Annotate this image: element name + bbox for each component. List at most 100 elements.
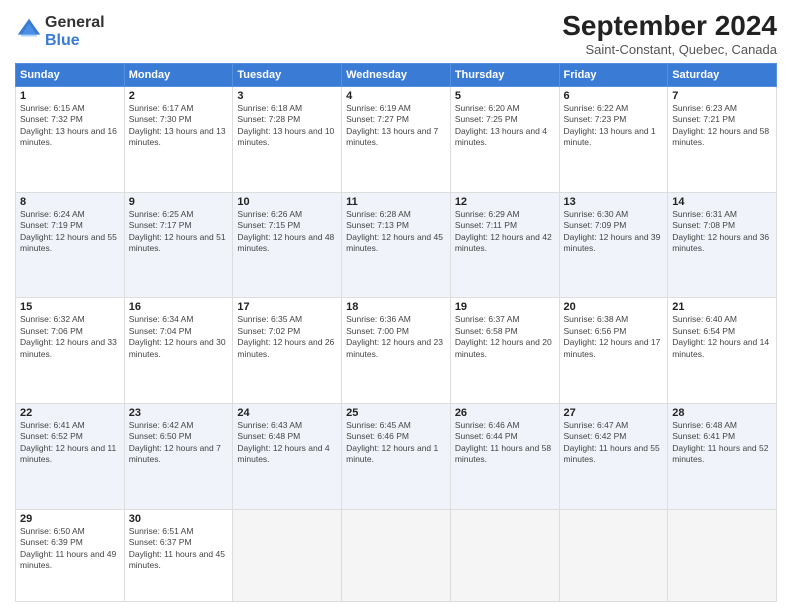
day-number: 26 xyxy=(455,407,555,419)
table-row: 24 Sunrise: 6:43 AMSunset: 6:48 PMDaylig… xyxy=(233,403,342,509)
calendar-week-row: 8 Sunrise: 6:24 AMSunset: 7:19 PMDayligh… xyxy=(16,192,777,298)
calendar-table: Sunday Monday Tuesday Wednesday Thursday… xyxy=(15,63,777,602)
day-number: 9 xyxy=(129,196,229,208)
calendar-week-row: 1 Sunrise: 6:15 AMSunset: 7:32 PMDayligh… xyxy=(16,87,777,193)
table-row: 10 Sunrise: 6:26 AMSunset: 7:15 PMDaylig… xyxy=(233,192,342,298)
title-block: September 2024 Saint-Constant, Quebec, C… xyxy=(562,10,777,57)
header: General Blue September 2024 Saint-Consta… xyxy=(15,10,777,57)
table-row: 9 Sunrise: 6:25 AMSunset: 7:17 PMDayligh… xyxy=(124,192,233,298)
day-number: 30 xyxy=(129,513,229,525)
logo-general: General xyxy=(45,14,105,32)
table-row: 12 Sunrise: 6:29 AMSunset: 7:11 PMDaylig… xyxy=(450,192,559,298)
day-detail: Sunrise: 6:45 AMSunset: 6:46 PMDaylight:… xyxy=(346,420,446,466)
col-friday: Friday xyxy=(559,64,668,87)
table-row: 1 Sunrise: 6:15 AMSunset: 7:32 PMDayligh… xyxy=(16,87,125,193)
table-row xyxy=(559,509,668,601)
day-number: 20 xyxy=(564,301,664,313)
logo: General Blue xyxy=(15,14,105,49)
day-number: 3 xyxy=(237,90,337,102)
table-row: 18 Sunrise: 6:36 AMSunset: 7:00 PMDaylig… xyxy=(342,298,451,404)
day-detail: Sunrise: 6:29 AMSunset: 7:11 PMDaylight:… xyxy=(455,209,555,255)
day-detail: Sunrise: 6:28 AMSunset: 7:13 PMDaylight:… xyxy=(346,209,446,255)
day-detail: Sunrise: 6:23 AMSunset: 7:21 PMDaylight:… xyxy=(672,103,772,149)
day-detail: Sunrise: 6:36 AMSunset: 7:00 PMDaylight:… xyxy=(346,314,446,360)
day-detail: Sunrise: 6:19 AMSunset: 7:27 PMDaylight:… xyxy=(346,103,446,149)
table-row: 6 Sunrise: 6:22 AMSunset: 7:23 PMDayligh… xyxy=(559,87,668,193)
col-sunday: Sunday xyxy=(16,64,125,87)
table-row: 25 Sunrise: 6:45 AMSunset: 6:46 PMDaylig… xyxy=(342,403,451,509)
table-row: 28 Sunrise: 6:48 AMSunset: 6:41 PMDaylig… xyxy=(668,403,777,509)
table-row xyxy=(450,509,559,601)
col-tuesday: Tuesday xyxy=(233,64,342,87)
day-number: 17 xyxy=(237,301,337,313)
day-number: 18 xyxy=(346,301,446,313)
day-detail: Sunrise: 6:18 AMSunset: 7:28 PMDaylight:… xyxy=(237,103,337,149)
day-detail: Sunrise: 6:34 AMSunset: 7:04 PMDaylight:… xyxy=(129,314,229,360)
day-number: 22 xyxy=(20,407,120,419)
day-detail: Sunrise: 6:15 AMSunset: 7:32 PMDaylight:… xyxy=(20,103,120,149)
table-row xyxy=(668,509,777,601)
day-number: 21 xyxy=(672,301,772,313)
day-number: 7 xyxy=(672,90,772,102)
table-row: 20 Sunrise: 6:38 AMSunset: 6:56 PMDaylig… xyxy=(559,298,668,404)
calendar-header-row: Sunday Monday Tuesday Wednesday Thursday… xyxy=(16,64,777,87)
day-detail: Sunrise: 6:43 AMSunset: 6:48 PMDaylight:… xyxy=(237,420,337,466)
table-row: 21 Sunrise: 6:40 AMSunset: 6:54 PMDaylig… xyxy=(668,298,777,404)
col-saturday: Saturday xyxy=(668,64,777,87)
day-number: 6 xyxy=(564,90,664,102)
day-number: 12 xyxy=(455,196,555,208)
day-detail: Sunrise: 6:25 AMSunset: 7:17 PMDaylight:… xyxy=(129,209,229,255)
calendar-week-row: 15 Sunrise: 6:32 AMSunset: 7:06 PMDaylig… xyxy=(16,298,777,404)
table-row: 5 Sunrise: 6:20 AMSunset: 7:25 PMDayligh… xyxy=(450,87,559,193)
day-detail: Sunrise: 6:26 AMSunset: 7:15 PMDaylight:… xyxy=(237,209,337,255)
day-detail: Sunrise: 6:47 AMSunset: 6:42 PMDaylight:… xyxy=(564,420,664,466)
day-detail: Sunrise: 6:48 AMSunset: 6:41 PMDaylight:… xyxy=(672,420,772,466)
table-row: 22 Sunrise: 6:41 AMSunset: 6:52 PMDaylig… xyxy=(16,403,125,509)
table-row: 14 Sunrise: 6:31 AMSunset: 7:08 PMDaylig… xyxy=(668,192,777,298)
day-number: 29 xyxy=(20,513,120,525)
table-row: 29 Sunrise: 6:50 AMSunset: 6:39 PMDaylig… xyxy=(16,509,125,601)
calendar-week-row: 22 Sunrise: 6:41 AMSunset: 6:52 PMDaylig… xyxy=(16,403,777,509)
day-detail: Sunrise: 6:24 AMSunset: 7:19 PMDaylight:… xyxy=(20,209,120,255)
day-number: 15 xyxy=(20,301,120,313)
day-number: 28 xyxy=(672,407,772,419)
table-row: 23 Sunrise: 6:42 AMSunset: 6:50 PMDaylig… xyxy=(124,403,233,509)
day-detail: Sunrise: 6:50 AMSunset: 6:39 PMDaylight:… xyxy=(20,526,120,572)
day-detail: Sunrise: 6:37 AMSunset: 6:58 PMDaylight:… xyxy=(455,314,555,360)
day-detail: Sunrise: 6:17 AMSunset: 7:30 PMDaylight:… xyxy=(129,103,229,149)
table-row: 7 Sunrise: 6:23 AMSunset: 7:21 PMDayligh… xyxy=(668,87,777,193)
day-detail: Sunrise: 6:46 AMSunset: 6:44 PMDaylight:… xyxy=(455,420,555,466)
table-row xyxy=(342,509,451,601)
logo-blue: Blue xyxy=(45,32,105,50)
day-number: 13 xyxy=(564,196,664,208)
day-number: 8 xyxy=(20,196,120,208)
day-number: 27 xyxy=(564,407,664,419)
col-thursday: Thursday xyxy=(450,64,559,87)
day-number: 4 xyxy=(346,90,446,102)
day-number: 16 xyxy=(129,301,229,313)
day-number: 23 xyxy=(129,407,229,419)
location-subtitle: Saint-Constant, Quebec, Canada xyxy=(562,42,777,57)
day-number: 14 xyxy=(672,196,772,208)
table-row: 16 Sunrise: 6:34 AMSunset: 7:04 PMDaylig… xyxy=(124,298,233,404)
table-row: 4 Sunrise: 6:19 AMSunset: 7:27 PMDayligh… xyxy=(342,87,451,193)
day-number: 25 xyxy=(346,407,446,419)
day-detail: Sunrise: 6:22 AMSunset: 7:23 PMDaylight:… xyxy=(564,103,664,149)
month-year-title: September 2024 xyxy=(562,10,777,42)
table-row: 27 Sunrise: 6:47 AMSunset: 6:42 PMDaylig… xyxy=(559,403,668,509)
day-detail: Sunrise: 6:32 AMSunset: 7:06 PMDaylight:… xyxy=(20,314,120,360)
table-row: 3 Sunrise: 6:18 AMSunset: 7:28 PMDayligh… xyxy=(233,87,342,193)
table-row: 11 Sunrise: 6:28 AMSunset: 7:13 PMDaylig… xyxy=(342,192,451,298)
day-number: 1 xyxy=(20,90,120,102)
table-row: 8 Sunrise: 6:24 AMSunset: 7:19 PMDayligh… xyxy=(16,192,125,298)
table-row: 17 Sunrise: 6:35 AMSunset: 7:02 PMDaylig… xyxy=(233,298,342,404)
day-detail: Sunrise: 6:20 AMSunset: 7:25 PMDaylight:… xyxy=(455,103,555,149)
day-detail: Sunrise: 6:30 AMSunset: 7:09 PMDaylight:… xyxy=(564,209,664,255)
table-row: 19 Sunrise: 6:37 AMSunset: 6:58 PMDaylig… xyxy=(450,298,559,404)
page: General Blue September 2024 Saint-Consta… xyxy=(0,0,792,612)
col-wednesday: Wednesday xyxy=(342,64,451,87)
day-number: 2 xyxy=(129,90,229,102)
day-number: 11 xyxy=(346,196,446,208)
day-detail: Sunrise: 6:42 AMSunset: 6:50 PMDaylight:… xyxy=(129,420,229,466)
table-row xyxy=(233,509,342,601)
